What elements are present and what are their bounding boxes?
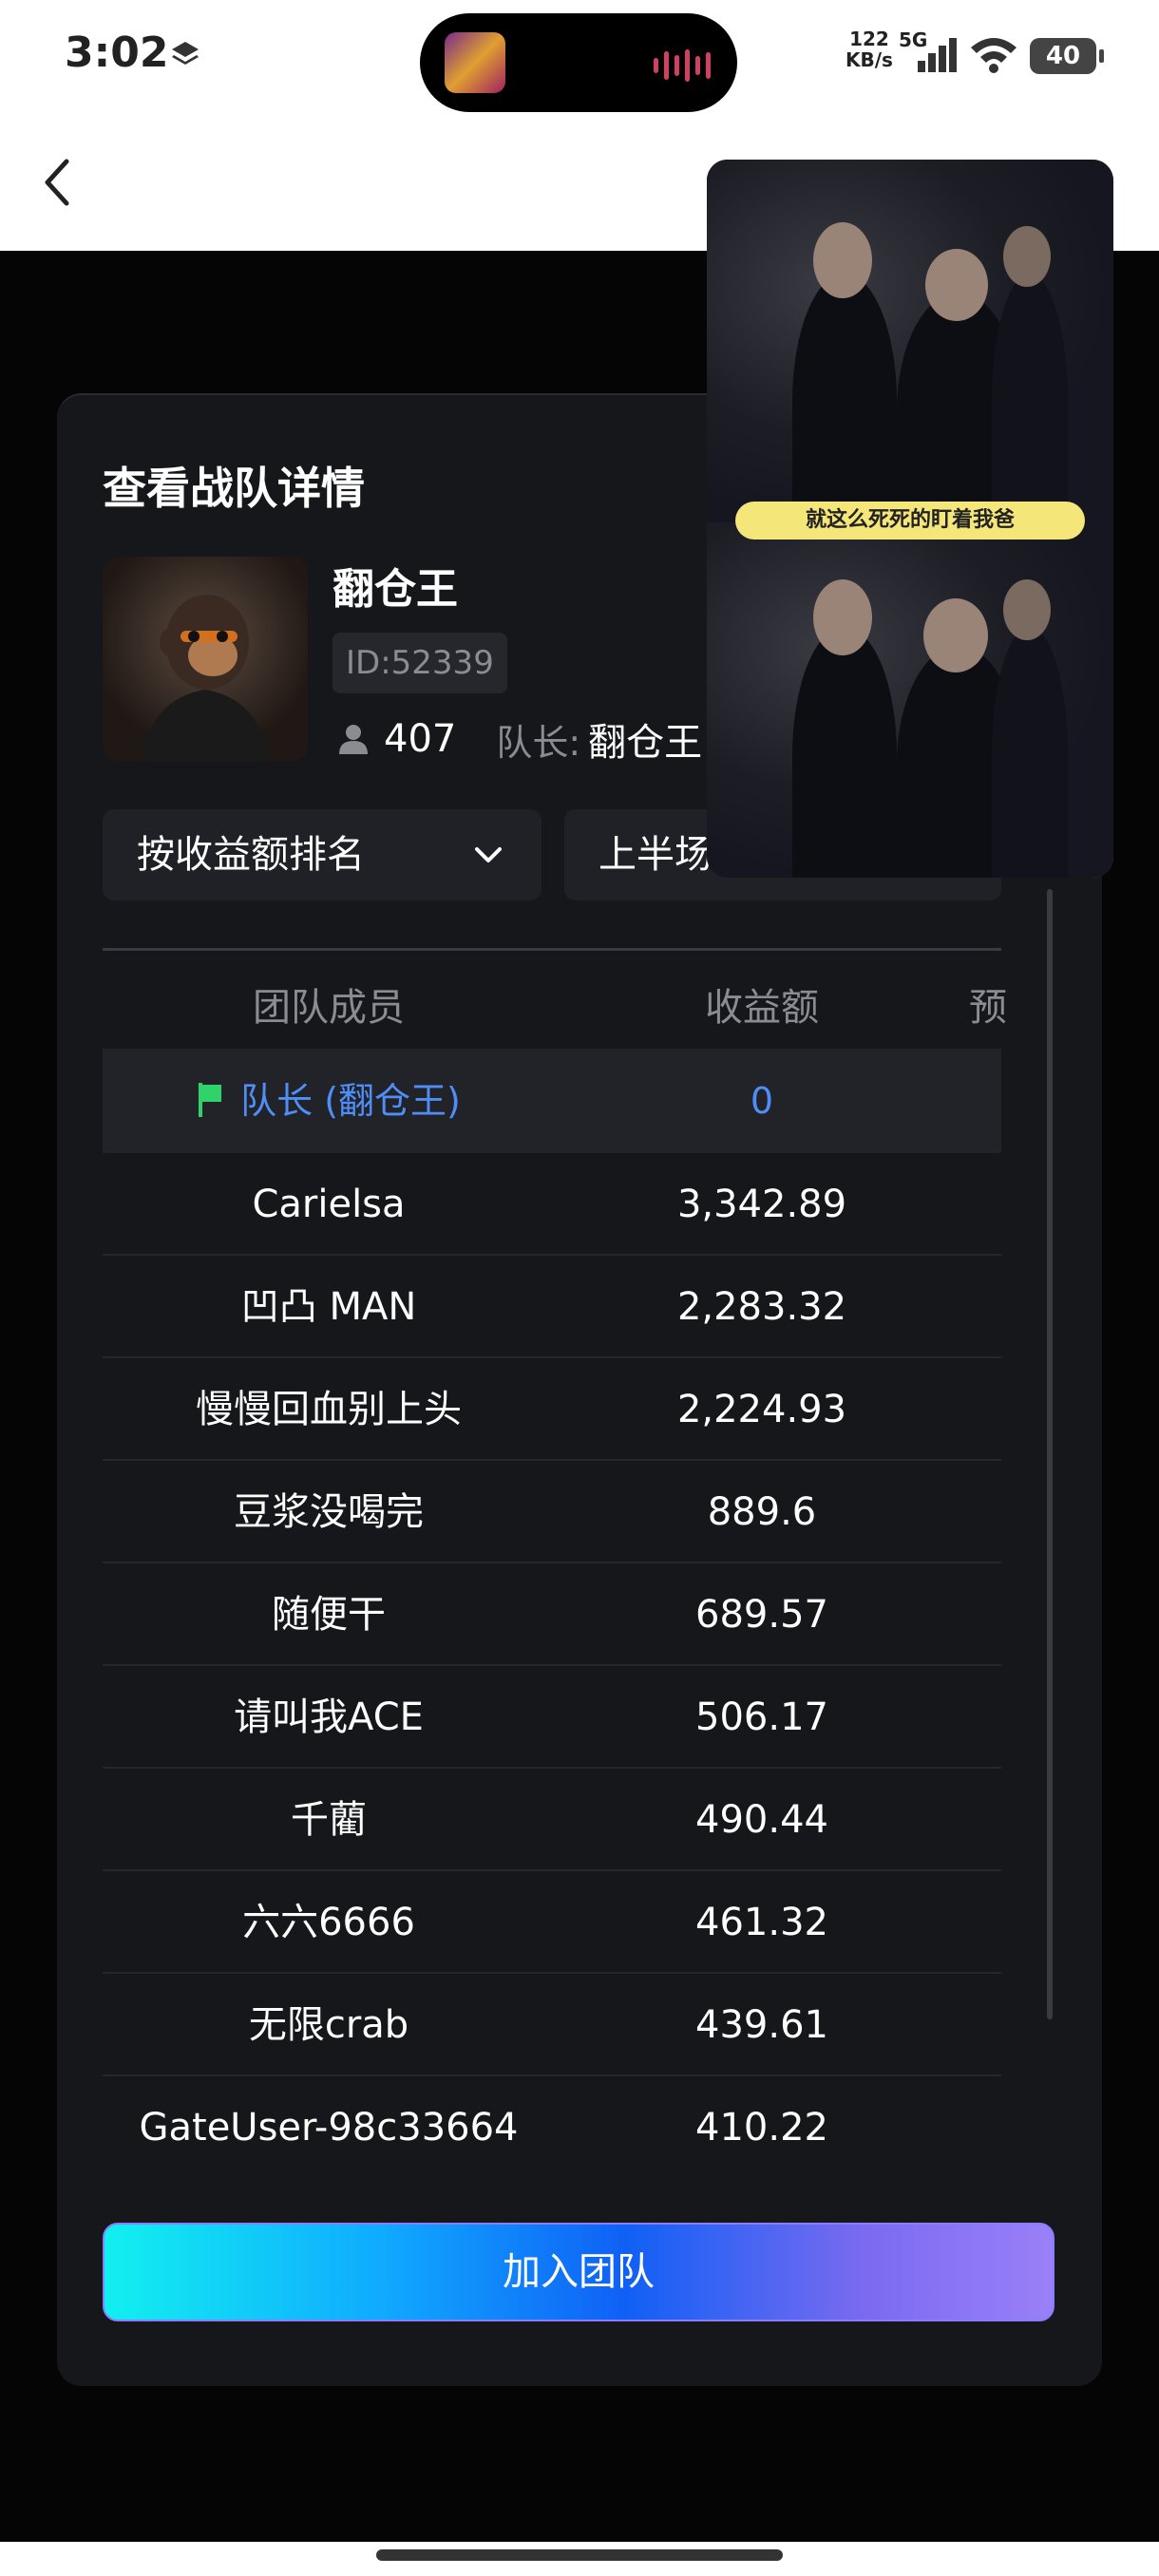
- net-speed-value: 122: [849, 28, 889, 50]
- row-amount: 2,224.93: [676, 1388, 847, 1431]
- table-header: 团队成员 收益额 预: [103, 956, 1007, 1060]
- row-amount: 410.22: [695, 2106, 828, 2150]
- row-member: 豆浆没喝完: [234, 1490, 424, 1534]
- row-amount: 689.57: [695, 1593, 828, 1637]
- sort-dropdown-value: 按收益额排名: [137, 833, 365, 877]
- video-frame-bottom: [707, 522, 1113, 878]
- battery-indicator: 40: [1030, 38, 1104, 74]
- flag-icon: [199, 1082, 222, 1117]
- team-name: 翻仓王: [332, 565, 458, 614]
- leader-row-member: 队长 (翻仓王): [240, 1080, 461, 1122]
- header-third: 预: [969, 986, 1007, 1030]
- table-row[interactable]: 随便干 689.57: [103, 1563, 1001, 1666]
- video-face: [1003, 579, 1051, 640]
- table-row[interactable]: Carielsa 3,342.89: [103, 1153, 1001, 1256]
- video-figure: [992, 274, 1068, 530]
- header-amount: 收益额: [705, 986, 819, 1030]
- leader-name: 翻仓王: [588, 721, 703, 765]
- team-avatar: [103, 557, 308, 762]
- team-id-badge: ID:52339: [332, 633, 507, 693]
- row-member: 随便干: [272, 1593, 386, 1637]
- row-member: 慢慢回血别上头: [196, 1388, 462, 1431]
- video-face: [923, 598, 988, 672]
- header-member: 团队成员: [253, 986, 405, 1030]
- signal-icon: [918, 38, 957, 72]
- table-row[interactable]: 凹凸 MAN 2,283.32: [103, 1256, 1001, 1358]
- dynamic-island[interactable]: [420, 13, 737, 112]
- row-member: Carielsa: [252, 1183, 406, 1226]
- floating-video-player[interactable]: 就这么死死的盯着我爸: [707, 160, 1113, 878]
- leader-row-amount: 0: [750, 1080, 774, 1122]
- row-amount: 889.6: [707, 1490, 817, 1534]
- table-row[interactable]: 请叫我ACE 506.17: [103, 1666, 1001, 1769]
- back-arrow-icon[interactable]: [36, 156, 80, 209]
- table-row[interactable]: 慢慢回血别上头 2,224.93: [103, 1358, 1001, 1461]
- card-title: 查看战队详情: [103, 463, 365, 514]
- ape-avatar-icon: [141, 595, 270, 762]
- member-table: 队长 (翻仓王) 0 Carielsa 3,342.89 凹凸 MAN 2,28…: [103, 1049, 1001, 2179]
- table-row[interactable]: 六六6666 461.32: [103, 1871, 1001, 1974]
- table-row[interactable]: 无限crab 439.61: [103, 1974, 1001, 2076]
- status-time: 3:02: [65, 28, 169, 77]
- video-face: [813, 579, 872, 655]
- person-icon: [339, 725, 368, 754]
- home-indicator[interactable]: [376, 2549, 783, 2561]
- video-figure: [792, 627, 897, 878]
- row-member: 请叫我ACE: [234, 1695, 424, 1739]
- video-face: [1003, 226, 1051, 287]
- leader-row[interactable]: 队长 (翻仓王) 0: [103, 1049, 1001, 1153]
- table-row[interactable]: 千藺 490.44: [103, 1769, 1001, 1871]
- video-frame-top: [707, 160, 1113, 530]
- wifi-icon: [971, 38, 1016, 73]
- table-row[interactable]: 豆浆没喝完 889.6: [103, 1461, 1001, 1563]
- video-face: [813, 222, 872, 298]
- period-dropdown-value: 上半场: [598, 833, 712, 877]
- row-member: 凹凸 MAN: [240, 1285, 417, 1329]
- video-figure: [792, 274, 897, 530]
- row-member: 六六6666: [242, 1901, 415, 1944]
- table-scrollbar[interactable]: [1047, 889, 1053, 2019]
- members-row: 407 队长: 翻仓王: [336, 710, 702, 767]
- row-member: GateUser-98c33664: [139, 2106, 519, 2150]
- audio-wave-icon: [654, 49, 711, 82]
- leader-cell: 队长 (翻仓王): [103, 1049, 555, 1151]
- row-amount: 2,283.32: [676, 1285, 847, 1329]
- row-amount: 461.32: [695, 1901, 828, 1944]
- net-speed-unit: KB/s: [846, 48, 893, 71]
- layers-icon: [172, 42, 199, 65]
- leader-label: 队长:: [496, 721, 581, 764]
- sort-dropdown[interactable]: 按收益额排名: [103, 809, 542, 900]
- media-thumbnail: [445, 32, 505, 93]
- video-figure: [992, 627, 1068, 878]
- video-subtitle: 就这么死死的盯着我爸: [735, 502, 1085, 540]
- video-face: [925, 249, 988, 321]
- table-row[interactable]: GateUser-98c33664 410.22: [103, 2076, 1001, 2179]
- net-speed: 122 KB/s: [846, 28, 893, 70]
- row-member: 千藺: [291, 1798, 367, 1842]
- row-amount: 439.61: [695, 2003, 828, 2047]
- row-amount: 490.44: [695, 1798, 828, 1842]
- join-team-button[interactable]: 加入团队: [103, 2223, 1054, 2321]
- table-divider: [103, 948, 1001, 951]
- row-member: 无限crab: [248, 2003, 409, 2047]
- row-amount: 506.17: [695, 1695, 828, 1739]
- row-amount: 3,342.89: [676, 1183, 847, 1226]
- member-count: 407: [384, 717, 457, 761]
- chevron-down-icon: [475, 847, 502, 862]
